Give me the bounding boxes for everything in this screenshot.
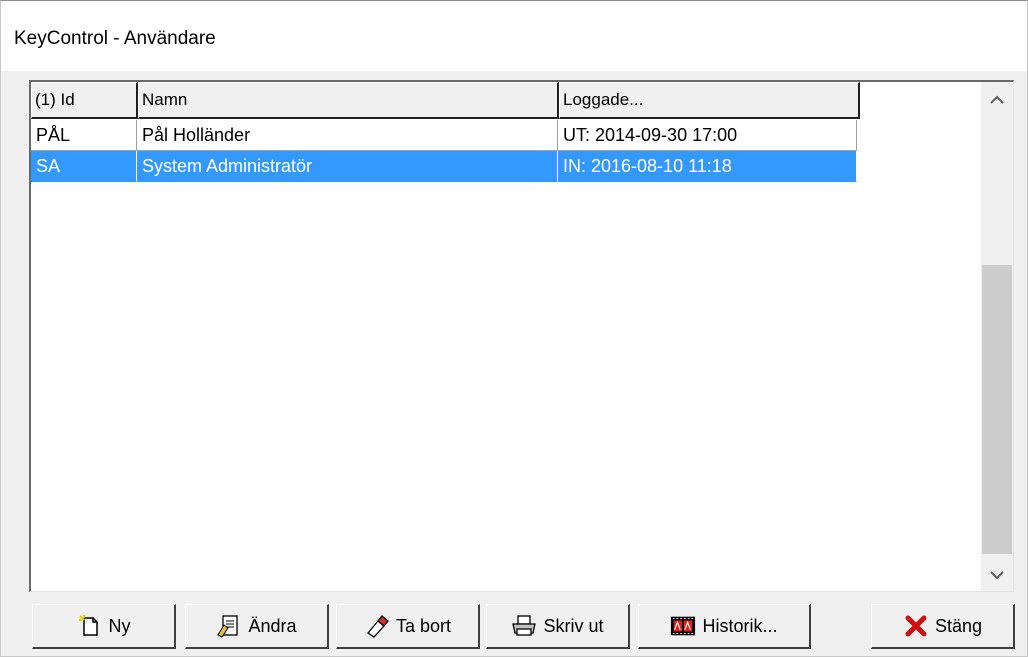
eraser-icon: [364, 613, 390, 639]
film-history-icon: [670, 613, 696, 639]
title-bar[interactable]: KeyControl - Användare: [1, 1, 1027, 71]
cell-id: SA: [31, 151, 137, 182]
users-list[interactable]: (1) Id Namn Loggade... PÅL Pål Holländer…: [29, 80, 1014, 592]
cell-logged: UT: 2014-09-30 17:00: [558, 120, 857, 151]
print-button[interactable]: Skriv ut: [486, 604, 630, 649]
close-button[interactable]: Stäng: [871, 604, 1015, 649]
list-header: (1) Id Namn Loggade...: [31, 82, 861, 119]
history-button-label: Historik...: [702, 615, 778, 636]
delete-button-label: Ta bort: [395, 615, 452, 636]
cell-name: System Administratör: [137, 151, 558, 182]
chevron-down-icon[interactable]: [981, 557, 1013, 591]
new-button-label: Ny: [108, 615, 131, 636]
edit-button-label: Ändra: [248, 615, 297, 636]
column-header-logged[interactable]: Loggade...: [559, 82, 860, 119]
edit-button[interactable]: Ändra: [185, 604, 329, 649]
edit-document-icon: [216, 613, 242, 639]
cell-name: Pål Holländer: [137, 120, 558, 151]
users-window: KeyControl - Användare (1) Id Namn Logga…: [0, 0, 1028, 657]
cell-logged: IN: 2016-08-10 11:18: [558, 151, 857, 182]
column-header-id[interactable]: (1) Id: [31, 82, 138, 119]
history-button[interactable]: Historik...: [638, 604, 811, 649]
table-row-selected[interactable]: SA System Administratör IN: 2016-08-10 1…: [31, 151, 857, 182]
new-document-icon: [77, 613, 103, 639]
close-button-label: Stäng: [934, 615, 983, 636]
new-button[interactable]: Ny: [32, 604, 176, 649]
cell-id: PÅL: [31, 120, 137, 151]
printer-icon: [511, 613, 537, 639]
delete-button[interactable]: Ta bort: [336, 604, 480, 649]
print-button-label: Skriv ut: [543, 615, 604, 636]
table-row[interactable]: PÅL Pål Holländer UT: 2014-09-30 17:00: [31, 120, 857, 151]
scrollbar-thumb[interactable]: [982, 265, 1012, 554]
chevron-up-icon[interactable]: [981, 82, 1013, 116]
close-x-icon: [903, 613, 929, 639]
window-title: KeyControl - Användare: [14, 28, 216, 49]
column-header-name[interactable]: Namn: [138, 82, 559, 119]
vertical-scrollbar[interactable]: [981, 82, 1013, 591]
